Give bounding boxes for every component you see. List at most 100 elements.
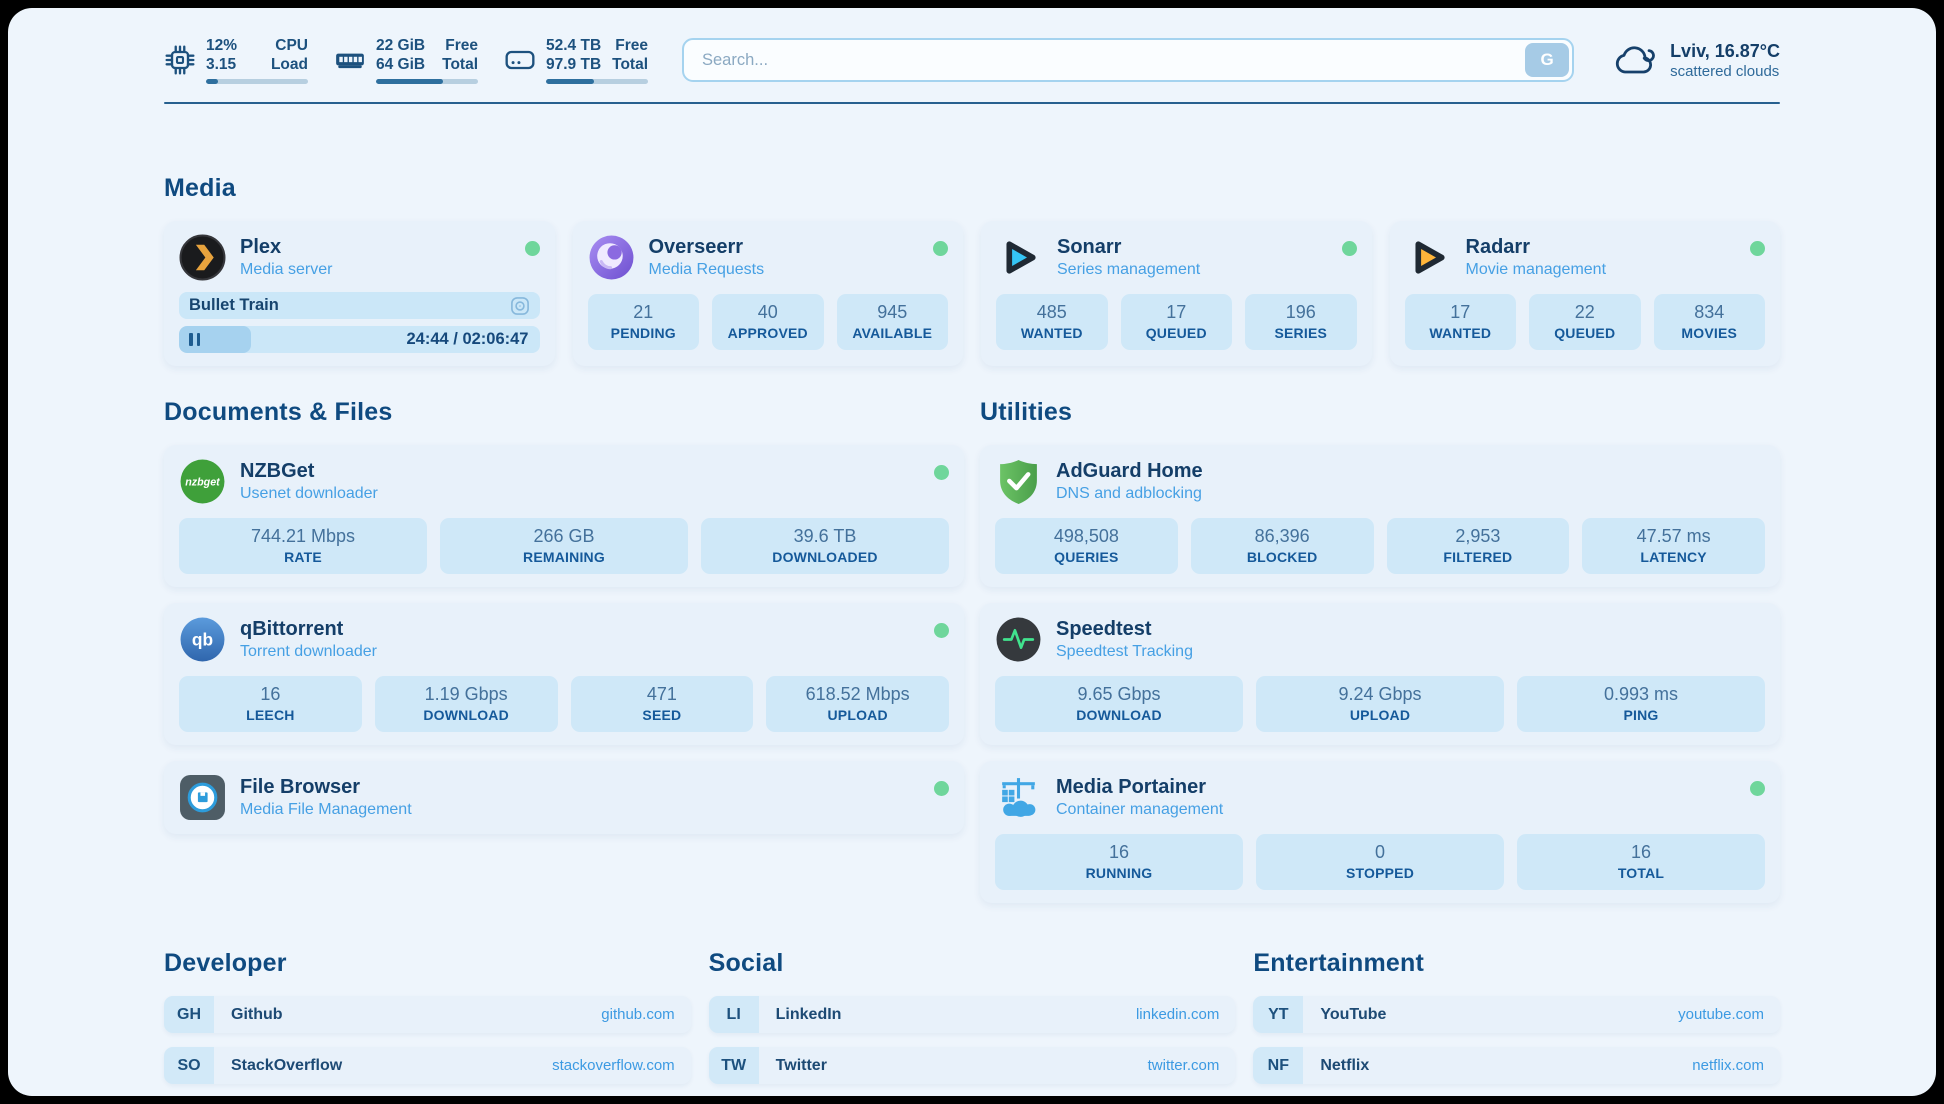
stat-downloaded: 39.6 TB DOWNLOADED (701, 518, 949, 574)
stat-wanted: 485 WANTED (996, 294, 1108, 350)
section-documents: Documents & Files nzbget NZBGet Usenet d (164, 398, 964, 903)
app-subtitle: Series management (1057, 259, 1200, 280)
adguard-icon (995, 458, 1042, 505)
app-card-qbittorrent[interactable]: qb qBittorrent Torrent downloader 16 LEE… (164, 603, 964, 745)
app-subtitle: Media File Management (240, 799, 412, 820)
link-url: stackoverflow.com (552, 1047, 691, 1084)
app-name: Sonarr (1057, 235, 1200, 259)
app-card-adguard[interactable]: AdGuard Home DNS and adblocking 498,508 … (980, 445, 1780, 587)
stat-ping: 0.993 ms PING (1517, 676, 1765, 732)
weather-condition: scattered clouds (1670, 62, 1780, 81)
app-card-portainer[interactable]: Media Portainer Container management 16 … (980, 761, 1780, 903)
stat-download: 1.19 Gbps DOWNLOAD (375, 676, 558, 732)
ram-label-1: Free (442, 36, 478, 55)
cpu-stat: 12% 3.15 CPU Load (164, 36, 308, 84)
app-card-sonarr[interactable]: Sonarr Series management 485 WANTED 17 Q… (981, 221, 1372, 366)
app-card-plex[interactable]: Plex Media server Bullet Train (164, 221, 555, 366)
ram-label-2: Total (442, 55, 478, 74)
section-title-social: Social (709, 949, 1236, 978)
portainer-icon (995, 774, 1042, 821)
status-dot (933, 241, 948, 256)
weather-widget: Lviv, 16.87°C scattered clouds (1612, 40, 1780, 81)
app-card-nzbget[interactable]: nzbget NZBGet Usenet downloader 744.21 M… (164, 445, 964, 587)
stat-stopped: 0 STOPPED (1256, 834, 1504, 890)
link-url: twitter.com (1148, 1047, 1236, 1084)
status-dot (1750, 241, 1765, 256)
link-url: netflix.com (1692, 1047, 1780, 1084)
link-youtube[interactable]: YT YouTube youtube.com (1253, 996, 1780, 1033)
ram-total-value: 64 GiB (376, 55, 425, 74)
stat-queued: 22 QUEUED (1529, 294, 1641, 350)
playback-progress-bar: 24:44 / 02:06:47 (179, 326, 540, 353)
link-abbr: NF (1253, 1047, 1303, 1084)
link-stackoverflow[interactable]: SO StackOverflow stackoverflow.com (164, 1047, 691, 1084)
app-name: Radarr (1466, 235, 1607, 259)
app-name: AdGuard Home (1056, 459, 1203, 483)
now-playing-row: Bullet Train (179, 292, 540, 319)
search-input[interactable] (682, 38, 1574, 82)
speedtest-icon (995, 616, 1042, 663)
playback-time: 24:44 / 02:06:47 (406, 326, 528, 353)
plex-icon (179, 234, 226, 281)
stat-running: 16 RUNNING (995, 834, 1243, 890)
app-subtitle: Movie management (1466, 259, 1607, 280)
section-title-utilities: Utilities (980, 398, 1780, 427)
nzbget-icon: nzbget (179, 458, 226, 505)
status-dot (934, 781, 949, 796)
stat-total: 16 TOTAL (1517, 834, 1765, 890)
app-name: Plex (240, 235, 332, 259)
sonarr-icon (996, 234, 1043, 281)
filebrowser-icon (179, 774, 226, 821)
app-subtitle: Media server (240, 259, 332, 280)
cpu-value-pct: 12% (206, 36, 237, 55)
link-name: Netflix (1303, 1047, 1369, 1084)
section-title-media: Media (164, 174, 1780, 203)
section-title-documents: Documents & Files (164, 398, 964, 427)
link-abbr: SO (164, 1047, 214, 1084)
pause-icon (189, 333, 200, 346)
link-linkedin[interactable]: LI LinkedIn linkedin.com (709, 996, 1236, 1033)
status-dot (1342, 241, 1357, 256)
cloud-icon (1612, 40, 1658, 80)
stat-remaining: 266 GB REMAINING (440, 518, 688, 574)
app-card-radarr[interactable]: Radarr Movie management 17 WANTED 22 QUE… (1390, 221, 1781, 366)
status-dot (934, 465, 949, 480)
stat-series: 196 SERIES (1245, 294, 1357, 350)
dashboard-panel: 12% 3.15 CPU Load (8, 8, 1936, 1096)
cpu-value-load: 3.15 (206, 55, 237, 74)
search-engine-button[interactable]: G (1525, 43, 1569, 77)
cpu-icon (164, 44, 196, 76)
link-name: YouTube (1303, 996, 1386, 1033)
link-twitter[interactable]: TW Twitter twitter.com (709, 1047, 1236, 1084)
stat-seed: 471 SEED (571, 676, 754, 732)
system-stats: 12% 3.15 CPU Load (164, 36, 648, 84)
cpu-label-2: Load (271, 55, 308, 74)
app-name: Media Portainer (1056, 775, 1223, 799)
link-github[interactable]: GH Github github.com (164, 996, 691, 1033)
stat-available: 945 AVAILABLE (837, 294, 949, 350)
stat-upload: 618.52 Mbps UPLOAD (766, 676, 949, 732)
status-dot (525, 241, 540, 256)
app-card-overseerr[interactable]: Overseerr Media Requests 21 PENDING 40 A… (573, 221, 964, 366)
link-abbr: LI (709, 996, 759, 1033)
disk-progress-bar (546, 79, 648, 84)
disk-label-1: Free (612, 36, 648, 55)
ram-stat: 22 GiB 64 GiB Free Total (334, 36, 478, 84)
cpu-label-1: CPU (271, 36, 308, 55)
overseerr-icon (588, 234, 635, 281)
link-name: LinkedIn (759, 996, 842, 1033)
stat-download: 9.65 Gbps DOWNLOAD (995, 676, 1243, 732)
status-dot (934, 623, 949, 638)
disk-icon (504, 44, 536, 76)
media-disc-icon (510, 296, 530, 316)
app-name: File Browser (240, 775, 412, 799)
stat-blocked: 86,396 BLOCKED (1191, 518, 1374, 574)
section-title-developer: Developer (164, 949, 691, 978)
app-card-filebrowser[interactable]: File Browser Media File Management (164, 761, 964, 834)
app-name: Speedtest (1056, 617, 1193, 641)
link-netflix[interactable]: NF Netflix netflix.com (1253, 1047, 1780, 1084)
link-name: Github (214, 996, 283, 1033)
app-name: Overseerr (649, 235, 765, 259)
app-card-speedtest[interactable]: Speedtest Speedtest Tracking 9.65 Gbps D… (980, 603, 1780, 745)
svg-text:qb: qb (192, 630, 213, 650)
